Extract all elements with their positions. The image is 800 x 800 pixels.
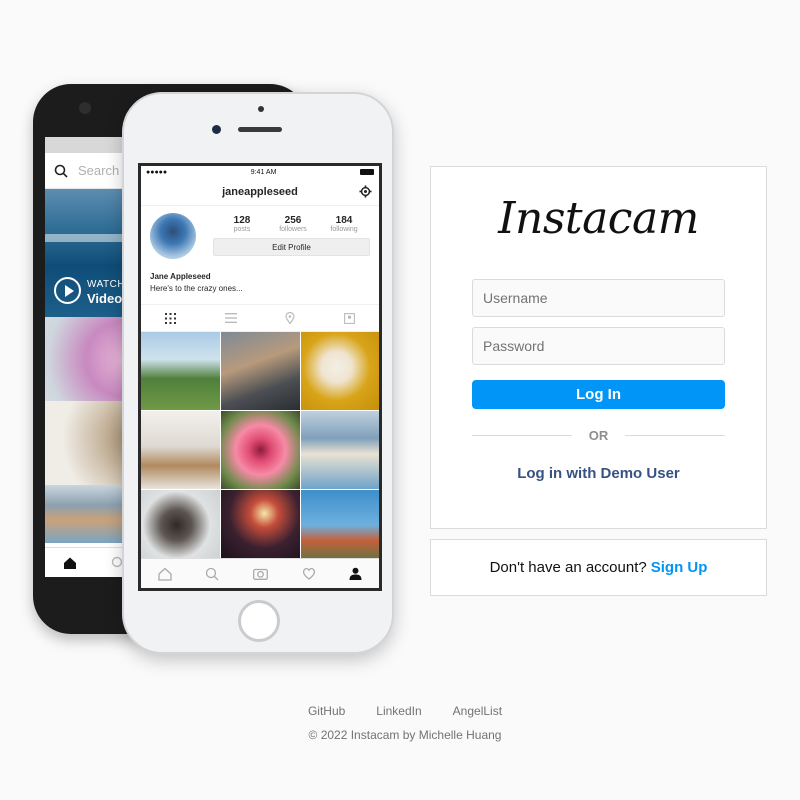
or-label: OR	[588, 428, 609, 443]
location-icon	[285, 312, 295, 324]
profile-info: 128 posts 256 followers 184 following Ed…	[141, 206, 379, 266]
footer-link-angellist[interactable]: AngelList	[453, 704, 502, 718]
list-view-icon	[224, 313, 237, 323]
photo-thumbnail	[300, 411, 379, 489]
footer-link-linkedin[interactable]: LinkedIn	[376, 704, 421, 718]
footer-links: GitHub LinkedIn AngelList	[0, 704, 800, 718]
profile-bio: Jane Appleseed Here's to the crazy ones.…	[141, 266, 379, 304]
login-button[interactable]: Log In	[472, 380, 725, 409]
signup-prompt: Don't have an account?	[489, 559, 647, 576]
profile-stats: 128 posts 256 followers 184 following	[217, 215, 369, 233]
copyright-text: © 2022 Instacam by Michelle Huang	[308, 728, 502, 742]
search-placeholder: Search	[78, 163, 120, 178]
home-icon	[64, 557, 76, 569]
photo-thumbnail	[220, 490, 300, 568]
profile-view-tabs	[141, 304, 379, 332]
photo-thumbnail	[220, 411, 300, 489]
profile-username: janeappleseed	[222, 185, 298, 198]
login-card: Instacam Log In OR Log in with Demo User	[430, 166, 767, 529]
or-divider: OR	[472, 428, 725, 443]
stat-posts: 128 posts	[233, 215, 251, 233]
home-button	[238, 600, 280, 642]
heart-icon	[302, 567, 315, 580]
gear-icon	[359, 185, 372, 198]
signup-link[interactable]: Sign Up	[651, 559, 708, 576]
instacam-logo: Instacam	[498, 193, 699, 244]
front-camera	[79, 102, 91, 114]
search-icon	[54, 164, 68, 178]
bottom-nav	[141, 558, 379, 588]
photo-thumbnail	[141, 332, 220, 410]
profile-header: janeappleseed	[141, 178, 379, 206]
edit-profile-button: Edit Profile	[213, 238, 370, 256]
photo-thumbnail	[300, 490, 379, 568]
profile-display-name: Jane Appleseed	[150, 272, 211, 281]
front-camera	[212, 125, 221, 134]
battery-icon	[359, 169, 374, 175]
play-icon	[54, 277, 81, 304]
demo-login-link[interactable]: Log in with Demo User	[431, 465, 766, 482]
profile-screen: ●●●●● 9:41 AM janeappleseed 128 posts 25…	[138, 163, 382, 591]
password-input[interactable]	[472, 327, 725, 365]
home-icon	[158, 567, 172, 581]
divider-line	[625, 435, 725, 436]
camera-icon	[253, 568, 268, 580]
photo-grid	[141, 332, 379, 568]
photo-thumbnail	[141, 411, 220, 489]
signal-icon: ●●●●●	[146, 168, 168, 176]
profile-icon	[349, 567, 362, 580]
profile-bio-text: Here's to the crazy ones...	[150, 284, 243, 293]
footer-link-github[interactable]: GitHub	[308, 704, 345, 718]
signup-card: Don't have an account? Sign Up	[430, 539, 767, 596]
username-input[interactable]	[472, 279, 725, 317]
tagged-icon	[343, 312, 355, 324]
grid-view-icon	[165, 312, 177, 324]
search-icon	[206, 567, 219, 580]
earpiece-speaker	[238, 127, 282, 132]
divider-line	[472, 435, 572, 436]
video-watch-label: WATCH	[87, 279, 126, 290]
photo-thumbnail	[220, 332, 300, 410]
photo-thumbnail	[300, 332, 379, 410]
stat-following: 184 following	[330, 215, 358, 233]
video-title: Video	[87, 291, 123, 306]
photo-thumbnail	[141, 490, 220, 568]
status-bar: ●●●●● 9:41 AM	[141, 166, 379, 178]
stat-followers: 256 followers	[279, 215, 307, 233]
phone-mockup-front: ●●●●● 9:41 AM janeappleseed 128 posts 25…	[122, 92, 394, 654]
status-time: 9:41 AM	[250, 168, 277, 176]
avatar	[150, 213, 196, 259]
